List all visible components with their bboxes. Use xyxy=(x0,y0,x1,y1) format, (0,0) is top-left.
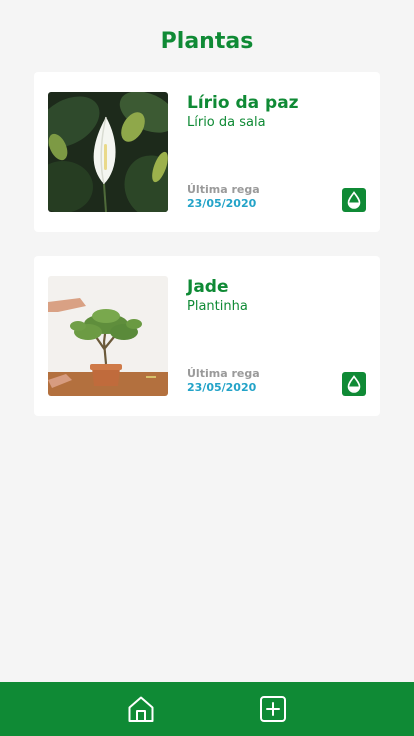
page-title: Plantas xyxy=(160,29,254,54)
water-button[interactable] xyxy=(342,188,366,212)
water-button[interactable] xyxy=(342,372,366,396)
add-icon xyxy=(260,696,286,722)
plant-photo xyxy=(48,276,168,396)
bottom-nav xyxy=(0,682,414,736)
last-watering-date: 23/05/2020 xyxy=(187,381,257,394)
plant-nickname: Plantinha xyxy=(187,299,248,314)
plant-card[interactable]: Jade Plantinha Última rega 23/05/2020 xyxy=(34,256,380,416)
water-drop-icon xyxy=(347,191,361,209)
add-plant-button[interactable] xyxy=(259,695,287,723)
plant-nickname: Lírio da sala xyxy=(187,115,266,130)
last-watering-date: 23/05/2020 xyxy=(187,197,257,210)
plant-photo xyxy=(48,92,168,212)
plant-card[interactable]: Lírio da paz Lírio da sala Última rega 2… xyxy=(34,72,380,232)
plant-name: Jade xyxy=(187,277,229,297)
water-drop-icon xyxy=(347,375,361,393)
home-icon xyxy=(128,696,154,722)
home-button[interactable] xyxy=(127,695,155,723)
last-watering-label: Última rega xyxy=(187,367,260,380)
last-watering-label: Última rega xyxy=(187,183,260,196)
plant-name: Lírio da paz xyxy=(187,93,299,113)
